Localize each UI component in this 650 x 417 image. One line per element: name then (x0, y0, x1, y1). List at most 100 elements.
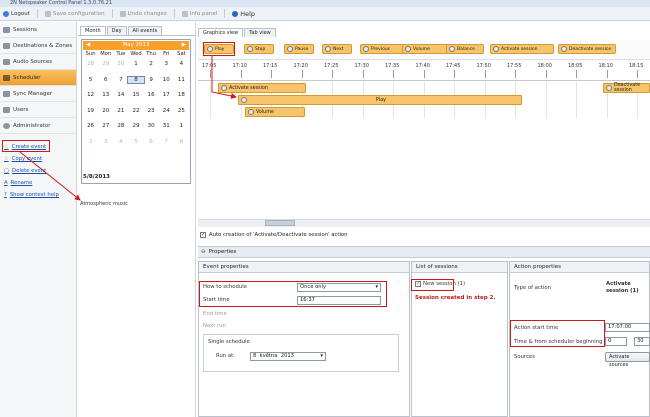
calendar-day[interactable]: 1 (174, 123, 189, 129)
calendar-day[interactable]: 24 (159, 108, 174, 114)
calendar-day[interactable]: 15 (128, 92, 143, 98)
tick-label: 17:45 (446, 63, 461, 69)
action-button-balance[interactable]: Balance (446, 44, 484, 54)
action-button-volume[interactable]: Volume (402, 44, 452, 54)
calendar-day[interactable]: 30 (144, 123, 159, 129)
tab-graphics-view[interactable]: Graphics view (198, 28, 244, 37)
deactivate-session-bar[interactable]: Deactivate session (603, 83, 650, 93)
play-bar[interactable]: Play (238, 95, 522, 105)
calendar-day[interactable]: 12 (83, 92, 98, 98)
tick-mark (606, 70, 608, 78)
calendar-day[interactable]: 16 (144, 92, 159, 98)
calendar-day[interactable]: 8 (174, 139, 189, 145)
sidebar-item-users[interactable]: Users (0, 102, 76, 118)
sidebar-item-scheduler[interactable]: Scheduler (0, 70, 76, 86)
calendar-day[interactable]: 1 (128, 61, 143, 67)
tab-all-events[interactable]: All events (127, 26, 163, 35)
calendar-day[interactable]: 7 (113, 77, 128, 83)
run-at-date-picker[interactable]: 8 května 2013 ▾ (250, 352, 326, 361)
auto-creation-checkbox[interactable]: ✓ Auto creation of 'Activate/Deactivate s… (200, 232, 348, 238)
sidebar-item-sessions[interactable]: Sessions (0, 22, 76, 38)
properties-header[interactable]: ⊖ Properties (198, 246, 650, 258)
action-icon (561, 46, 567, 52)
calendar-day[interactable]: 19 (83, 108, 98, 114)
delete-event-link[interactable]: ▢ Delete event (0, 165, 76, 177)
tab-day[interactable]: Day (106, 26, 127, 35)
calendar-day[interactable]: 30 (113, 61, 128, 67)
help-button[interactable]: Help (232, 10, 255, 18)
calendar-day[interactable]: 6 (144, 139, 159, 145)
volume-icon (248, 109, 254, 115)
calendar-day[interactable]: 3 (98, 139, 113, 145)
weekday-label: Fri (163, 51, 170, 57)
volume-bar[interactable]: Volume (245, 107, 305, 117)
calendar-day[interactable]: 29 (128, 123, 143, 129)
undo-changes-button[interactable]: Undo changes (119, 10, 167, 17)
calendar-day[interactable]: 31 (159, 123, 174, 129)
calendar-day[interactable]: 22 (128, 108, 143, 114)
calendar-day[interactable]: 2 (83, 139, 98, 145)
sources-label: Sources (514, 354, 535, 360)
save-configuration-button[interactable]: Save configuration (44, 10, 105, 17)
event-properties-header: Event properties (199, 262, 409, 273)
calendar-day[interactable]: 17 (159, 92, 174, 98)
calendar-day[interactable]: 28 (113, 123, 128, 129)
calendar-day[interactable]: 8 (127, 75, 145, 84)
rename-link[interactable]: A Rename (0, 177, 76, 189)
calendar-day[interactable]: 11 (174, 77, 189, 83)
calendar-day[interactable]: 27 (98, 123, 113, 129)
calendar-day[interactable]: 26 (83, 123, 98, 129)
next-month-icon[interactable]: ▶ (182, 41, 189, 50)
calendar-day[interactable]: 14 (113, 92, 128, 98)
calendar-day[interactable]: 29 (98, 61, 113, 67)
tick-mark (301, 70, 303, 78)
action-button-next[interactable]: Next (322, 44, 352, 54)
action-button-stop[interactable]: Stop (244, 44, 274, 54)
tab-month[interactable]: Month (80, 26, 106, 35)
calendar-day[interactable]: 13 (98, 92, 113, 98)
calendar-day[interactable]: 9 (144, 77, 159, 83)
action-button-deactivate-session[interactable]: Deactivate session (558, 44, 616, 54)
event-list-item[interactable]: Atmospheric music (80, 201, 128, 207)
info-panel-button[interactable]: Info panel (181, 10, 217, 17)
calendar-day[interactable]: 2 (144, 61, 159, 67)
calendar-day[interactable]: 25 (174, 108, 189, 114)
checkbox-icon: ✓ (200, 232, 206, 238)
toolbar-divider (36, 9, 38, 18)
calendar-day[interactable]: 23 (144, 108, 159, 114)
context-help-link[interactable]: ? Show context help (0, 189, 76, 201)
activate-session-bar[interactable]: Activate session (218, 83, 306, 93)
action-button-pause[interactable]: Pause (284, 44, 314, 54)
info-icon (181, 10, 188, 17)
action-start-time-input[interactable]: 17:07:00 (605, 323, 650, 332)
logout-button[interactable]: Logout (3, 10, 30, 17)
sidebar-item-audio-sources[interactable]: Audio Sources (0, 54, 76, 70)
time-offset-input[interactable]: 0 (605, 337, 627, 346)
sidebar-item-sync-manager[interactable]: Sync Manager (0, 86, 76, 102)
copy-event-link[interactable]: ☆ Copy event (0, 153, 76, 165)
calendar-month-header[interactable]: ◀ May 2013 ▶ (83, 41, 189, 50)
activate-sources-button[interactable]: Activate sources (605, 352, 650, 368)
calendar-day[interactable]: 6 (98, 77, 113, 83)
calendar-day[interactable]: 28 (83, 61, 98, 67)
time-offset-input-2[interactable]: 30 (634, 337, 650, 346)
calendar-day[interactable]: 4 (113, 139, 128, 145)
timeline: Activate session Deactivate session Play… (198, 82, 650, 232)
calendar-day[interactable]: 7 (159, 139, 174, 145)
audio-icon (3, 58, 10, 65)
calendar-day[interactable]: 5 (83, 77, 98, 83)
action-button-activate-session[interactable]: Activate session (490, 44, 554, 54)
calendar-day[interactable]: 5 (128, 139, 143, 145)
timeline-scrollbar-thumb[interactable] (265, 220, 295, 226)
calendar-day[interactable]: 4 (174, 61, 189, 67)
calendar-day[interactable]: 3 (159, 61, 174, 67)
calendar-day[interactable]: 10 (159, 77, 174, 83)
tick-label: 18:10 (598, 63, 613, 69)
prev-month-icon[interactable]: ◀ (83, 41, 90, 50)
calendar-day[interactable]: 21 (113, 108, 128, 114)
tab-tab-view[interactable]: Tab view (244, 28, 276, 37)
calendar-day[interactable]: 20 (98, 108, 113, 114)
sidebar-item-administrator[interactable]: Administrator (0, 118, 76, 134)
sidebar-item-destinations[interactable]: Destinations & Zones (0, 38, 76, 54)
calendar-day[interactable]: 18 (174, 92, 189, 98)
